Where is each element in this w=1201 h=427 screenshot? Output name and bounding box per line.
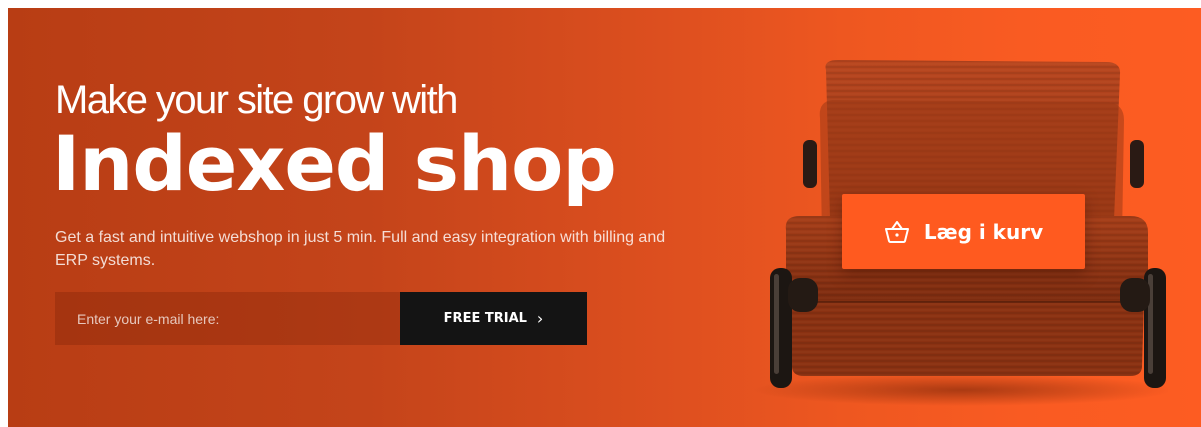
- free-trial-label: FREE TRIAL: [443, 311, 527, 326]
- headline-title: Indexed shop: [52, 119, 617, 208]
- email-input[interactable]: [55, 292, 400, 345]
- hero-description: Get a fast and intuitive webshop in just…: [55, 229, 666, 269]
- add-to-cart-label: Læg i kurv: [923, 219, 1044, 244]
- shopping-basket-icon: [884, 220, 909, 243]
- free-trial-button[interactable]: FREE TRIAL ›: [400, 292, 587, 345]
- headline-tagline: Make your site grow with: [55, 78, 458, 122]
- hero-banner: Make your site grow with Indexed shop Ge…: [8, 8, 1201, 427]
- add-to-cart-button[interactable]: Læg i kurv: [842, 194, 1085, 269]
- chevron-right-icon: ›: [536, 308, 544, 328]
